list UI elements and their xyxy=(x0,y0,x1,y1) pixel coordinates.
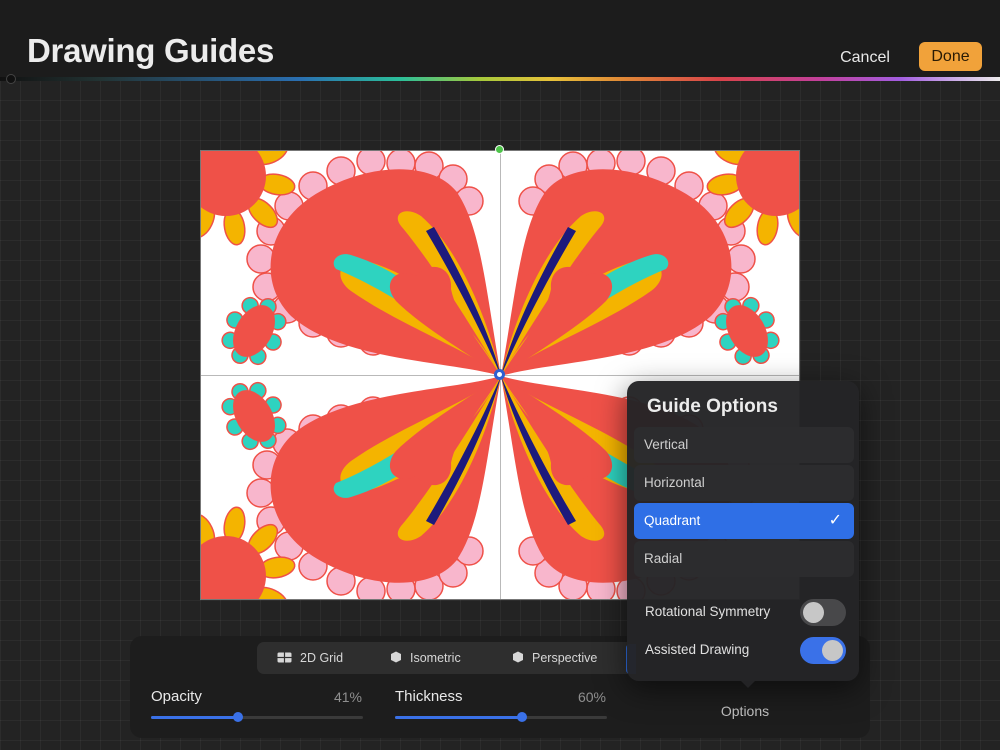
rotation-handle[interactable] xyxy=(495,145,504,154)
cancel-button[interactable]: Cancel xyxy=(832,46,898,70)
guide-center-handle[interactable] xyxy=(494,369,505,380)
opacity-label: Opacity xyxy=(151,688,202,705)
assisted-drawing-toggle[interactable] xyxy=(800,637,846,664)
toggle-knob xyxy=(803,602,824,623)
options-button[interactable]: Options xyxy=(635,699,855,723)
tab-isometric[interactable]: Isometric xyxy=(390,642,461,674)
option-radial[interactable]: Radial xyxy=(634,541,854,577)
option-vertical[interactable]: Vertical xyxy=(634,427,854,463)
option-quadrant[interactable]: Quadrant ✓ xyxy=(634,503,854,539)
toggle-label: Assisted Drawing xyxy=(645,642,750,657)
done-button[interactable]: Done xyxy=(919,42,982,71)
guide-color-slider[interactable] xyxy=(0,77,1000,81)
checkmark-icon: ✓ xyxy=(828,512,842,529)
option-label: Vertical xyxy=(644,437,689,452)
tab-label: Perspective xyxy=(532,651,598,665)
option-horizontal[interactable]: Horizontal xyxy=(634,465,854,501)
option-label: Horizontal xyxy=(644,475,705,490)
assisted-drawing-row: Assisted Drawing xyxy=(634,633,854,667)
thickness-slider[interactable] xyxy=(395,712,607,722)
grid-icon xyxy=(277,643,292,675)
tab-perspective[interactable]: Perspective xyxy=(512,642,597,674)
opacity-slider[interactable] xyxy=(151,712,363,722)
thickness-value: 60% xyxy=(577,689,606,705)
top-bar: Drawing Guides Cancel Done xyxy=(0,0,1000,80)
tab-label: 2D Grid xyxy=(300,651,344,665)
tab-2d-grid[interactable]: 2D Grid xyxy=(277,642,343,674)
toggle-label: Rotational Symmetry xyxy=(645,604,771,619)
option-label: Radial xyxy=(644,551,683,566)
page-title: Drawing Guides xyxy=(27,32,275,69)
color-slider-handle[interactable] xyxy=(6,74,16,84)
rotational-symmetry-toggle[interactable] xyxy=(800,599,846,626)
rotational-symmetry-row: Rotational Symmetry xyxy=(634,595,854,629)
opacity-value: 41% xyxy=(333,689,362,705)
toggle-knob xyxy=(822,640,843,661)
cube-icon xyxy=(390,643,402,675)
option-label: Quadrant xyxy=(644,513,701,528)
thickness-slider-thumb[interactable] xyxy=(517,712,528,722)
popover-title: Guide Options xyxy=(647,396,778,417)
opacity-slider-thumb[interactable] xyxy=(232,712,243,722)
cube-icon xyxy=(512,643,524,675)
thickness-label: Thickness xyxy=(395,688,463,705)
guide-options-popover: Guide Options Vertical Horizontal Quadra… xyxy=(627,381,859,681)
tab-label: Isometric xyxy=(410,651,461,665)
popover-arrow xyxy=(736,676,760,688)
